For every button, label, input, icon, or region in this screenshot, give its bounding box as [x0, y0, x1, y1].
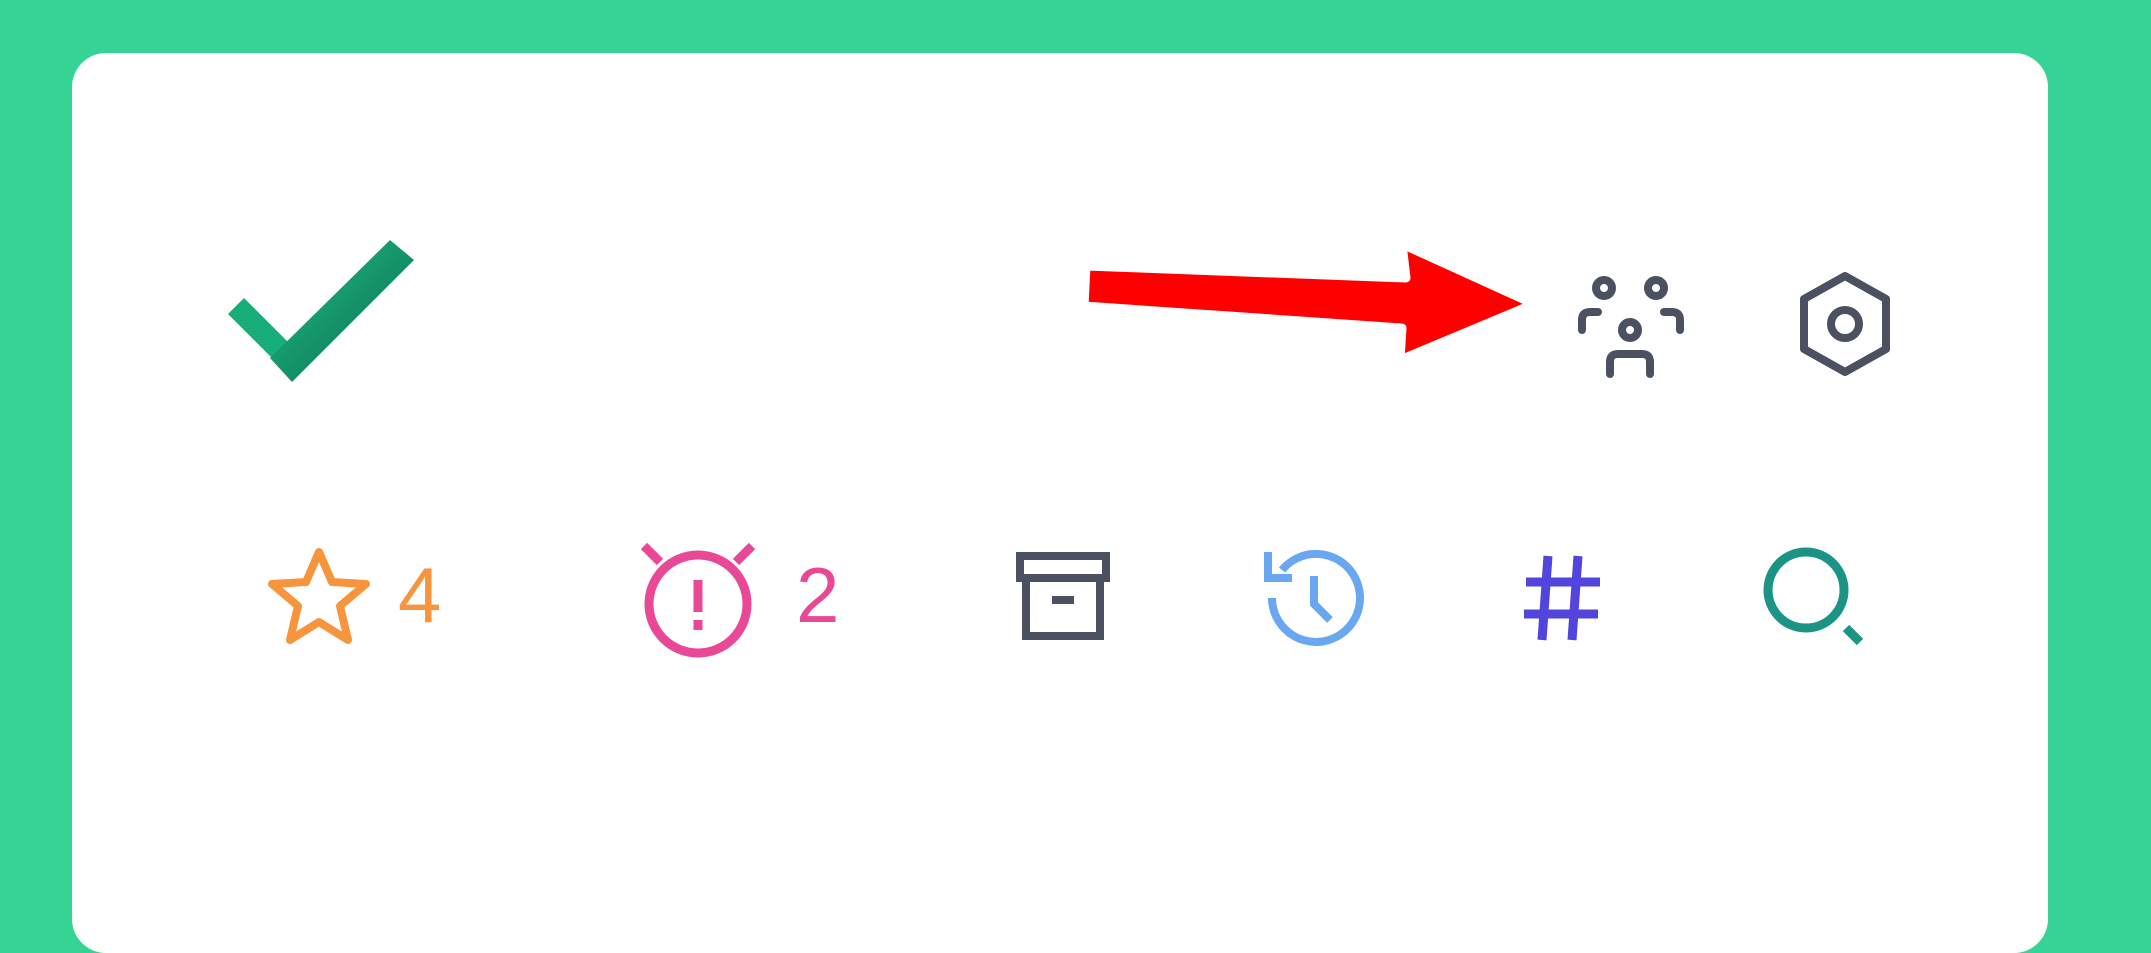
- history-clock-icon[interactable]: [1262, 548, 1364, 646]
- checkmark-logo-icon: [226, 238, 416, 388]
- settings-hexagon-icon[interactable]: [1800, 272, 1890, 376]
- hashtag-icon[interactable]: [1522, 552, 1602, 642]
- people-group-icon[interactable]: [1576, 272, 1686, 380]
- starred-count[interactable]: 4: [398, 556, 441, 634]
- search-icon[interactable]: [1763, 547, 1866, 646]
- star-icon[interactable]: [266, 546, 372, 646]
- alarm-clock-icon[interactable]: [636, 536, 760, 660]
- reminders-count[interactable]: 2: [796, 556, 839, 634]
- main-card: [72, 53, 2048, 953]
- archive-box-icon[interactable]: [1016, 552, 1110, 640]
